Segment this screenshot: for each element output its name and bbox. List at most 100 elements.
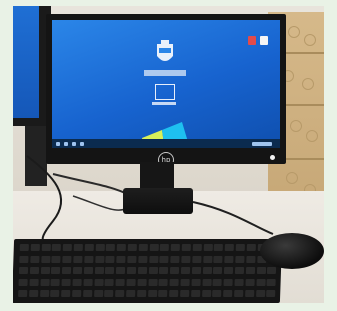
keyboard-key [126,278,136,286]
keyboard-key [84,244,94,251]
keyboard-key [246,244,256,251]
keyboard-key [72,290,82,297]
keyboard-key [39,290,49,297]
crest-icon [157,40,173,61]
keyboard-key [223,290,233,297]
keyboard-key [224,244,235,251]
keyboard-key [94,278,104,286]
keyboard-key [73,244,83,251]
keyboard-key [137,278,147,286]
keyboard-key [30,255,40,263]
keyboard-key [149,244,159,251]
monitor-base [123,188,193,214]
taskbar-app-icon[interactable] [80,142,84,146]
taskbar-app-icon[interactable] [72,142,76,146]
keyboard-key [51,255,61,263]
keyboard-key [266,278,277,286]
keyboard-key [18,278,28,286]
keyboard-key [212,290,222,297]
keyboard-key [115,278,125,286]
keyboard-key [82,290,93,297]
keyboard-key [170,267,180,274]
keyboard-key [201,290,211,297]
keyboard-key [72,267,83,274]
keyboard-key [93,290,103,297]
keyboard-key [18,267,29,274]
keyboard-key [181,244,191,251]
keyboard-key [234,290,244,297]
keyboard-key [224,255,234,263]
keyboard-key [127,244,137,251]
keyboard-key [202,267,212,274]
keyboard-key [180,290,190,297]
keyboard-key [19,244,29,251]
photo-frame: hp [0,0,337,311]
keyboard-key [41,244,51,251]
keyboard-key [95,244,105,251]
keyboard-key [105,255,115,263]
keyboard-key [137,267,147,274]
keyboard-key [40,255,51,263]
keyboard-key [52,244,62,251]
mouse [260,233,324,269]
keyboard-key [62,255,72,263]
keyboard-key [234,278,244,286]
keyboard-key [158,290,168,297]
taskbar-app-icon[interactable] [64,142,68,146]
keyboard-key [104,290,114,297]
keyboard-key [73,255,83,263]
keyboard-key [138,255,148,263]
keyboard-key [19,255,29,263]
crest-caption [144,70,186,76]
keyboard-key [30,244,40,251]
keyboard-key [159,255,169,263]
keyboard-key [50,290,60,297]
power-led-icon [270,155,275,160]
keyboard-key [104,278,115,286]
keyboard-key [116,255,126,263]
keyboard-key [213,267,223,274]
keyboard-key [84,255,94,263]
keyboard-key [266,290,276,297]
keyboard-key [50,278,61,286]
taskbar [52,139,280,148]
keyboard-key [191,267,201,274]
keyboard-key [28,290,39,297]
desktop-shortcut-icon[interactable] [248,36,256,45]
keyboard-key [170,255,180,263]
keyboard-key [245,278,255,286]
keyboard-key [181,255,191,263]
keyboard-key [180,267,191,274]
keyboard-key [256,267,266,274]
keyboard-key [127,255,137,263]
start-button-icon[interactable] [56,142,60,146]
keyboard-key [246,255,256,263]
keyboard-key [267,267,277,274]
keyboard-key [212,278,223,286]
keyboard-key [213,255,223,263]
login-icon [155,84,175,100]
keyboard-key [244,290,255,297]
desktop-shortcut-icon[interactable] [260,36,268,45]
keyboard-key [192,244,202,251]
keyboard-key [83,278,93,286]
keyboard-key [235,244,245,251]
system-tray [252,142,272,146]
keyboard-key [159,267,169,274]
keyboard-key [255,290,265,297]
keyboard-key [94,267,104,274]
keyboard-key [192,255,202,263]
main-monitor: hp [46,14,286,168]
keyboard-key [72,278,82,286]
keyboard-key [105,267,115,274]
keyboard-key [83,267,93,274]
keyboard-key [169,290,179,297]
keyboard-key [191,278,201,286]
keyboard-key [214,244,224,251]
keyboard-key [234,267,245,274]
keyboard-key [256,278,266,286]
keyboard-key [148,267,158,274]
keyboard-key [147,290,157,297]
monitor-screen [52,20,280,148]
keyboard-key [148,278,158,286]
